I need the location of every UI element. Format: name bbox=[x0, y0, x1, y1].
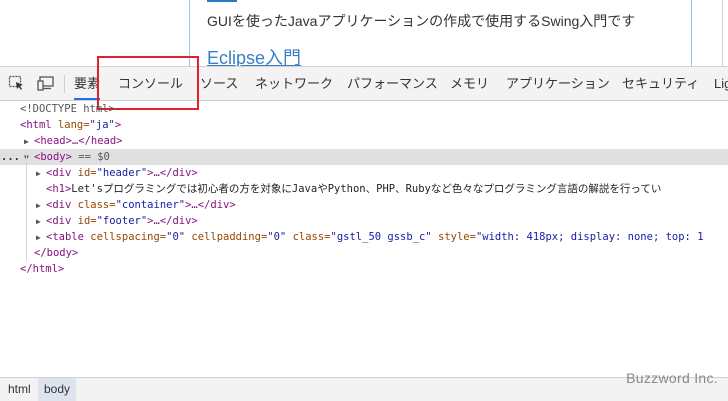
tab-performance[interactable]: パフォーマンス bbox=[347, 67, 438, 100]
footer-id-value: "footer" bbox=[96, 215, 148, 227]
h1-open-tag: <h1> bbox=[46, 183, 72, 195]
div-open-tag: <div bbox=[46, 215, 72, 227]
div-collapsed-close: >…</div> bbox=[185, 199, 236, 211]
tree-row-table[interactable]: ▶ <table cellspacing="0" cellpadding="0" … bbox=[0, 229, 728, 245]
tab-sources[interactable]: ソース bbox=[200, 67, 238, 100]
style-attr: style= bbox=[431, 231, 476, 243]
body-close-tag: </body> bbox=[34, 247, 79, 259]
table-open-tag: <table bbox=[46, 231, 84, 243]
cellpadding-attr: cellpadding= bbox=[185, 231, 268, 243]
breadcrumb-bar: html body bbox=[0, 377, 728, 401]
head-tag: <head>…</head> bbox=[34, 135, 123, 147]
expand-triangle-icon[interactable]: ▶ bbox=[24, 134, 34, 149]
html-lang-value: "ja" bbox=[89, 119, 115, 131]
tree-row-div-header[interactable]: ▶ <div id="header">…</div> bbox=[0, 165, 728, 181]
class-attr: class= bbox=[286, 231, 331, 243]
breadcrumb-body[interactable]: body bbox=[38, 378, 77, 401]
device-toolbar-icon[interactable] bbox=[37, 75, 55, 91]
div-collapsed-close: >…</div> bbox=[147, 215, 198, 227]
id-attr: id= bbox=[71, 167, 97, 179]
doctype-text: <!DOCTYPE html> bbox=[20, 103, 115, 115]
tab-network[interactable]: ネットワーク bbox=[255, 67, 333, 100]
tree-row-body[interactable]: ... ▼<body> == $0 bbox=[0, 149, 728, 165]
style-value: "width: 418px; display: none; top: 1 bbox=[475, 231, 704, 243]
page-description: GUIを使ったJavaアプリケーションの作成で使用するSwing入門です bbox=[207, 13, 636, 29]
row-options-icon[interactable]: ... bbox=[1, 149, 20, 165]
div-open-tag: <div bbox=[46, 167, 72, 179]
tree-row-h1[interactable]: <h1>Let'sプログラミングでは初心者の方を対象にJavaやPython、P… bbox=[0, 181, 728, 197]
cellspacing-attr: cellspacing= bbox=[83, 231, 167, 243]
html-close-tag: </html> bbox=[20, 263, 65, 275]
tab-lighthouse[interactable]: Lig bbox=[714, 67, 728, 100]
tree-row-body-close[interactable]: </body> bbox=[0, 245, 728, 261]
header-id-value: "header" bbox=[96, 167, 148, 179]
watermark: Buzzword Inc. bbox=[626, 370, 718, 386]
tree-row-html[interactable]: <html lang="ja"> bbox=[0, 117, 728, 133]
expand-triangle-icon[interactable]: ▶ bbox=[36, 166, 46, 181]
indent-guide-body bbox=[26, 151, 27, 261]
tree-row-html-close[interactable]: </html> bbox=[0, 261, 728, 277]
table-class-value: "gstl_50 gssb_c" bbox=[330, 231, 432, 243]
tree-row-div-container[interactable]: ▶ <div class="container">…</div> bbox=[0, 197, 728, 213]
page-scroll-edge bbox=[722, 0, 723, 66]
tree-row-head[interactable]: ▶ <head>…</head> bbox=[0, 133, 728, 149]
h1-text: Let'sプログラミングでは初心者の方を対象にJavaやPython、PHP、R… bbox=[71, 183, 662, 195]
page-link-underline-fragment bbox=[207, 0, 237, 2]
html-lang-attr: lang= bbox=[51, 119, 90, 131]
body-open-tag: <body> bbox=[34, 151, 72, 163]
tab-application[interactable]: アプリケーション bbox=[506, 67, 610, 100]
tab-security[interactable]: セキュリティ bbox=[622, 67, 699, 100]
elements-tree: <!DOCTYPE html> <html lang="ja"> ▶ <head>… bbox=[0, 101, 728, 376]
tab-memory[interactable]: メモリ bbox=[450, 67, 489, 100]
tree-row-doctype[interactable]: <!DOCTYPE html> bbox=[0, 101, 728, 117]
cellspacing-value: "0" bbox=[166, 231, 186, 243]
html-open-tag: <html bbox=[20, 119, 52, 131]
toolbar-separator bbox=[64, 75, 65, 93]
body-selected-marker: == $0 bbox=[71, 151, 110, 163]
container-class-value: "container" bbox=[115, 199, 186, 211]
inspect-element-icon[interactable] bbox=[8, 75, 26, 91]
expand-triangle-icon[interactable]: ▶ bbox=[36, 214, 46, 229]
id-attr: id= bbox=[71, 215, 97, 227]
cellpadding-value: "0" bbox=[267, 231, 287, 243]
expand-triangle-icon[interactable]: ▶ bbox=[36, 198, 46, 213]
breadcrumb-html[interactable]: html bbox=[2, 378, 37, 401]
html-tag-close: > bbox=[114, 119, 122, 131]
eclipse-link[interactable]: Eclipse入門 bbox=[207, 44, 301, 66]
tree-row-div-footer[interactable]: ▶ <div id="footer">…</div> bbox=[0, 213, 728, 229]
div-open-tag: <div bbox=[46, 199, 72, 211]
page-border-right bbox=[691, 0, 692, 66]
div-collapsed-close: >…</div> bbox=[147, 167, 198, 179]
expand-triangle-icon[interactable]: ▶ bbox=[36, 230, 46, 245]
class-attr: class= bbox=[71, 199, 116, 211]
